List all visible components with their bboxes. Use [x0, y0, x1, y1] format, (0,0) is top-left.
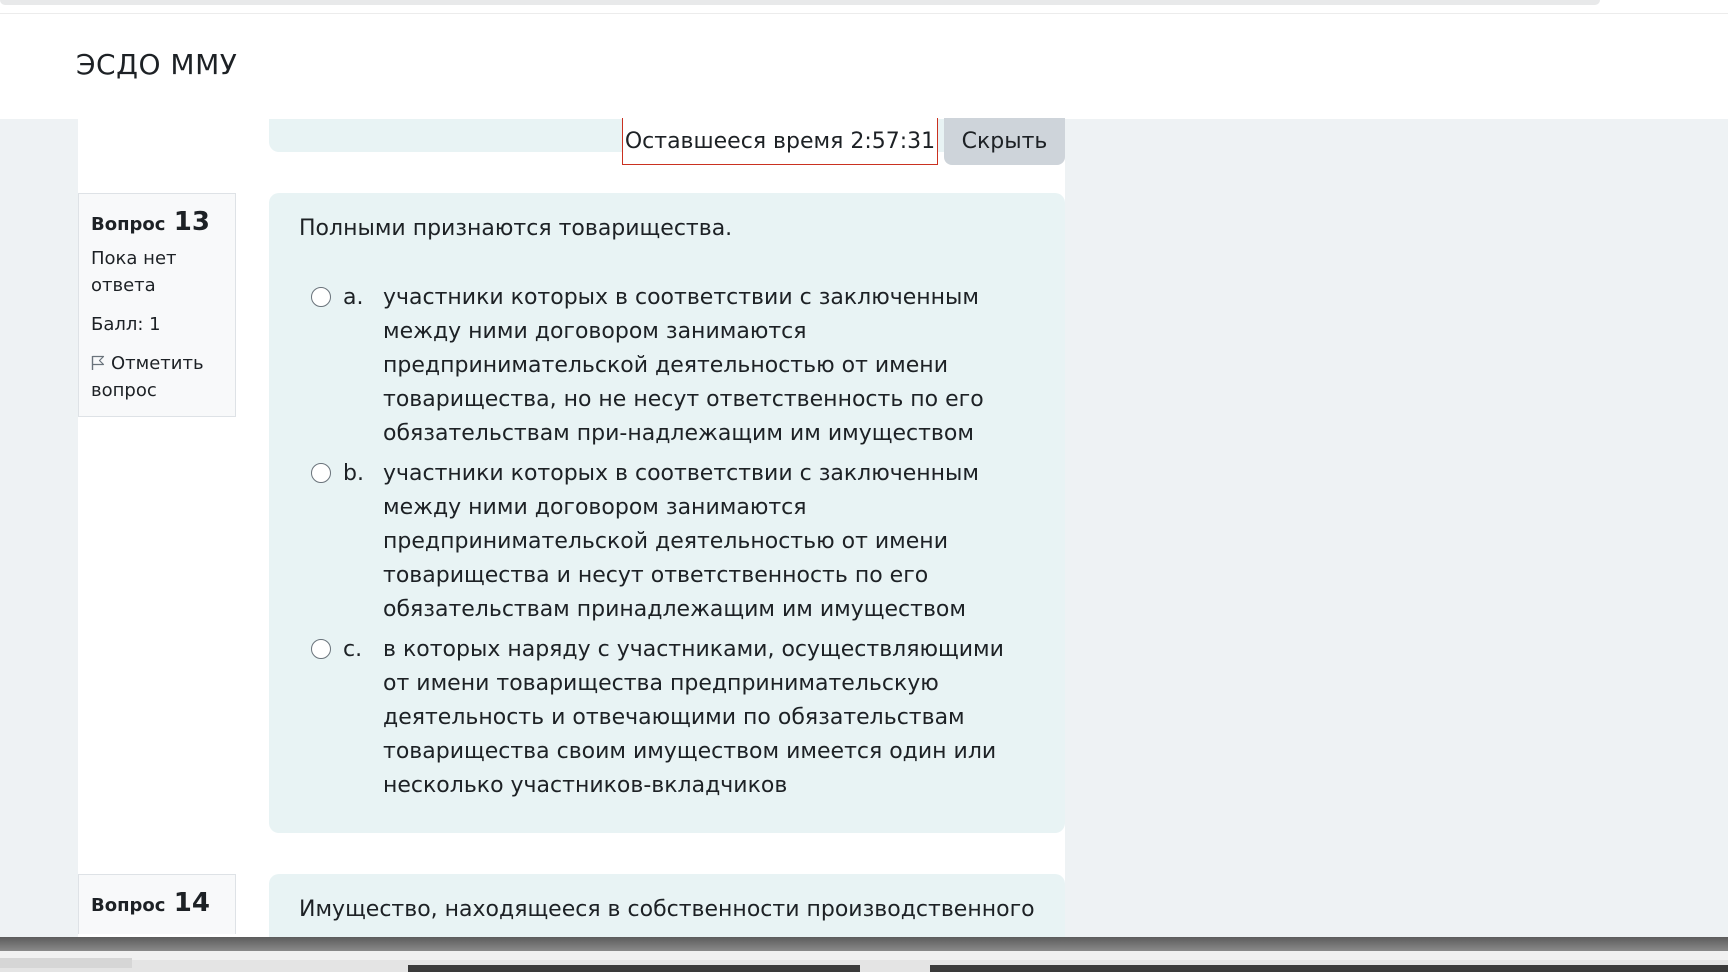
- browser-top-strip: [0, 0, 1600, 5]
- question-info-13: Вопрос 13 Пока нет ответа Балл: 1 Отмети…: [78, 193, 236, 417]
- answer-letter: b.: [343, 461, 364, 486]
- radio-icon[interactable]: [311, 463, 331, 483]
- answer-text[interactable]: в которых наряду с участниками, осуществ…: [383, 633, 1035, 803]
- answer-option-c[interactable]: c. в которых наряду с участниками, осуще…: [299, 633, 1035, 803]
- question-number-value: 13: [173, 207, 210, 237]
- question-label: Вопрос: [91, 895, 166, 916]
- site-title[interactable]: ЭСДО ММУ: [76, 48, 237, 81]
- question-number-value: 14: [173, 888, 210, 918]
- bottom-toolbar: [0, 937, 1728, 951]
- question-label: Вопрос: [91, 214, 166, 235]
- question-state: Пока нет ответа: [91, 248, 177, 296]
- answer-option-b[interactable]: b. участники которых в соответствии с за…: [299, 457, 1035, 627]
- quiz-timer: Оставшееся время 2:57:31: [622, 118, 938, 165]
- answer-text[interactable]: участники которых в соответствии с заклю…: [383, 281, 1035, 451]
- flag-icon: [91, 355, 105, 370]
- question-info-14: Вопрос 14: [78, 874, 236, 934]
- answer-option-a[interactable]: a. участники которых в соответствии с за…: [299, 281, 1035, 451]
- flag-question-link[interactable]: Отметить вопрос: [91, 350, 223, 404]
- site-header: ЭСДО ММУ: [0, 14, 1728, 119]
- answer-letter: a.: [343, 285, 364, 310]
- radio-icon[interactable]: [311, 639, 331, 659]
- flag-question-label: Отметить вопрос: [91, 353, 204, 401]
- question-grade: Балл: 1: [91, 314, 161, 335]
- answer-text[interactable]: участники которых в соответствии с заклю…: [383, 457, 1035, 627]
- question-content-13: Полными признаются товарищества. a. учас…: [269, 193, 1065, 833]
- question-number: Вопрос 14: [91, 887, 223, 922]
- radio-icon[interactable]: [311, 287, 331, 307]
- answer-letter: c.: [343, 637, 363, 662]
- hide-timer-button[interactable]: Скрыть: [944, 118, 1065, 165]
- scrollbar-thumb-inactive[interactable]: [0, 958, 132, 968]
- question-number: Вопрос 13: [91, 206, 223, 241]
- question-text: Имущество, находящееся в собственности п…: [299, 897, 1035, 922]
- scrollbar-thumb[interactable]: [408, 965, 860, 972]
- answer-list: a. участники которых в соответствии с за…: [299, 281, 1035, 803]
- question-text: Полными признаются товарищества.: [299, 216, 733, 241]
- scrollbar-thumb-secondary[interactable]: [930, 965, 1728, 972]
